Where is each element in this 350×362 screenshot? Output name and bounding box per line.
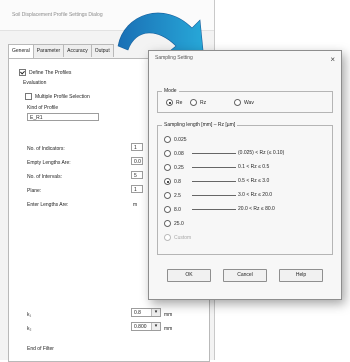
chevron-down-icon[interactable]: ▾ <box>151 323 160 330</box>
field-input[interactable]: 0.0 <box>131 157 143 165</box>
k2-unit: mm <box>164 326 173 332</box>
tab-parameter[interactable]: Parameter <box>32 44 65 57</box>
option-range: 0.1 < Rz ≤ 0.5 <box>238 164 270 170</box>
define-profiles-row[interactable]: Define The Profiles <box>19 69 71 76</box>
option-value: 2.5 <box>174 192 181 199</box>
mode-option-re[interactable]: Re <box>166 99 182 106</box>
field-input[interactable]: 1 <box>131 185 143 193</box>
field-input[interactable]: 1 <box>131 143 143 151</box>
mode-option-label: Rz <box>200 99 207 106</box>
multiple-profile-row[interactable]: Multiple Profile Selection <box>25 93 90 100</box>
close-icon[interactable]: × <box>330 55 335 64</box>
option-radio[interactable] <box>164 164 171 171</box>
option-radio[interactable] <box>164 178 171 185</box>
field-unit: m <box>133 202 138 208</box>
option-row[interactable]: 8.0 <box>164 206 181 213</box>
option-row-disabled: Custom <box>164 234 191 241</box>
k1-select[interactable]: 0.8 ▾ <box>131 308 161 317</box>
option-range: 0.5 < Rz ≤ 3.0 <box>238 178 270 184</box>
option-value: 0.08 <box>174 150 184 157</box>
help-button[interactable]: Help <box>279 269 323 282</box>
option-range: 20.0 < Rz ≤ 80.0 <box>238 206 275 212</box>
k1-unit: mm <box>164 312 173 318</box>
option-value: 0.025 <box>174 136 187 143</box>
k1-value: 0.8 <box>134 310 141 316</box>
sampling-dialog: Sampling Setting × Mode Re Rz Wav Sampli… <box>148 50 342 300</box>
ok-button[interactable]: OK <box>167 269 211 282</box>
range-line <box>192 209 236 210</box>
field-input[interactable]: 5 <box>131 171 143 179</box>
range-line <box>192 167 236 168</box>
option-row[interactable]: 0.25 <box>164 164 184 171</box>
mode-option-rz[interactable]: Rz <box>190 99 206 106</box>
option-radio[interactable] <box>164 136 171 143</box>
option-radio[interactable] <box>164 192 171 199</box>
option-range: 3.0 < Rz ≤ 20.0 <box>238 192 273 198</box>
range-line <box>192 181 236 182</box>
mode-group-label: Mode <box>162 88 179 94</box>
mode-option-label: Re <box>176 99 183 106</box>
evaluation-label: Evaluation <box>23 80 47 86</box>
range-line <box>192 153 236 154</box>
option-radio[interactable] <box>164 220 171 227</box>
dialog-title: Sampling Setting <box>155 55 193 61</box>
k1-label: k₁ <box>27 312 32 318</box>
radio-re[interactable] <box>166 99 173 106</box>
option-row[interactable]: 0.08 <box>164 150 184 157</box>
option-value: Custom <box>174 234 192 241</box>
kind-of-profile-label: Kind of Profile <box>27 105 59 111</box>
sampling-group: Sampling length [mm] – Rz [µm] 0.025 0.0… <box>157 122 333 255</box>
field-label: Enter Lengths Are: <box>27 202 69 208</box>
option-value: 8.0 <box>174 206 181 213</box>
tab-bar: General Parameter Accuracy Output <box>8 44 114 58</box>
window-title: Soil Displacement Profile Settings Dialo… <box>12 12 103 18</box>
option-row[interactable]: 0.025 <box>164 136 187 143</box>
radio-wav[interactable] <box>234 99 241 106</box>
mode-option-wav[interactable]: Wav <box>234 99 254 106</box>
option-row[interactable]: 2.5 <box>164 192 181 199</box>
tab-general[interactable]: General <box>8 44 34 58</box>
option-radio[interactable] <box>164 206 171 213</box>
field-label: No. of Indicators: <box>27 146 65 152</box>
k2-label: k₂ <box>27 326 32 332</box>
chevron-down-icon[interactable]: ▾ <box>151 309 160 316</box>
option-row[interactable]: 25.0 <box>164 220 184 227</box>
multiple-profile-checkbox[interactable] <box>25 93 32 100</box>
kind-of-profile-field[interactable]: E_R1 <box>27 113 99 121</box>
cancel-button[interactable]: Cancel <box>223 269 267 282</box>
option-value: 25.0 <box>174 220 184 227</box>
k2-value: 0.800 <box>134 324 147 330</box>
tab-accuracy[interactable]: Accuracy <box>63 44 92 57</box>
option-radio <box>164 234 171 241</box>
option-value: 0.25 <box>174 164 184 171</box>
sampling-group-label: Sampling length [mm] – Rz [µm] <box>162 122 238 128</box>
radio-rz[interactable] <box>190 99 197 106</box>
mode-group: Mode Re Rz Wav <box>157 88 333 113</box>
define-profiles-checkbox[interactable] <box>19 69 26 76</box>
option-row[interactable]: 0.8 <box>164 178 181 185</box>
define-profiles-label: Define The Profiles <box>29 69 72 76</box>
multiple-profile-label: Multiple Profile Selection <box>35 93 90 100</box>
field-label: No. of Intervals: <box>27 174 63 180</box>
option-value: 0.8 <box>174 178 181 185</box>
field-label: Plane: <box>27 188 42 194</box>
mode-option-label: Wav <box>244 99 254 106</box>
option-range: (0.025) < Rz (≤ 0.10) <box>238 150 285 156</box>
end-of-filter-label: End of Filter <box>27 346 54 352</box>
field-label: Empty Lengths Are: <box>27 160 71 166</box>
option-radio[interactable] <box>164 150 171 157</box>
range-line <box>192 195 236 196</box>
k2-select[interactable]: 0.800 ▾ <box>131 322 161 331</box>
